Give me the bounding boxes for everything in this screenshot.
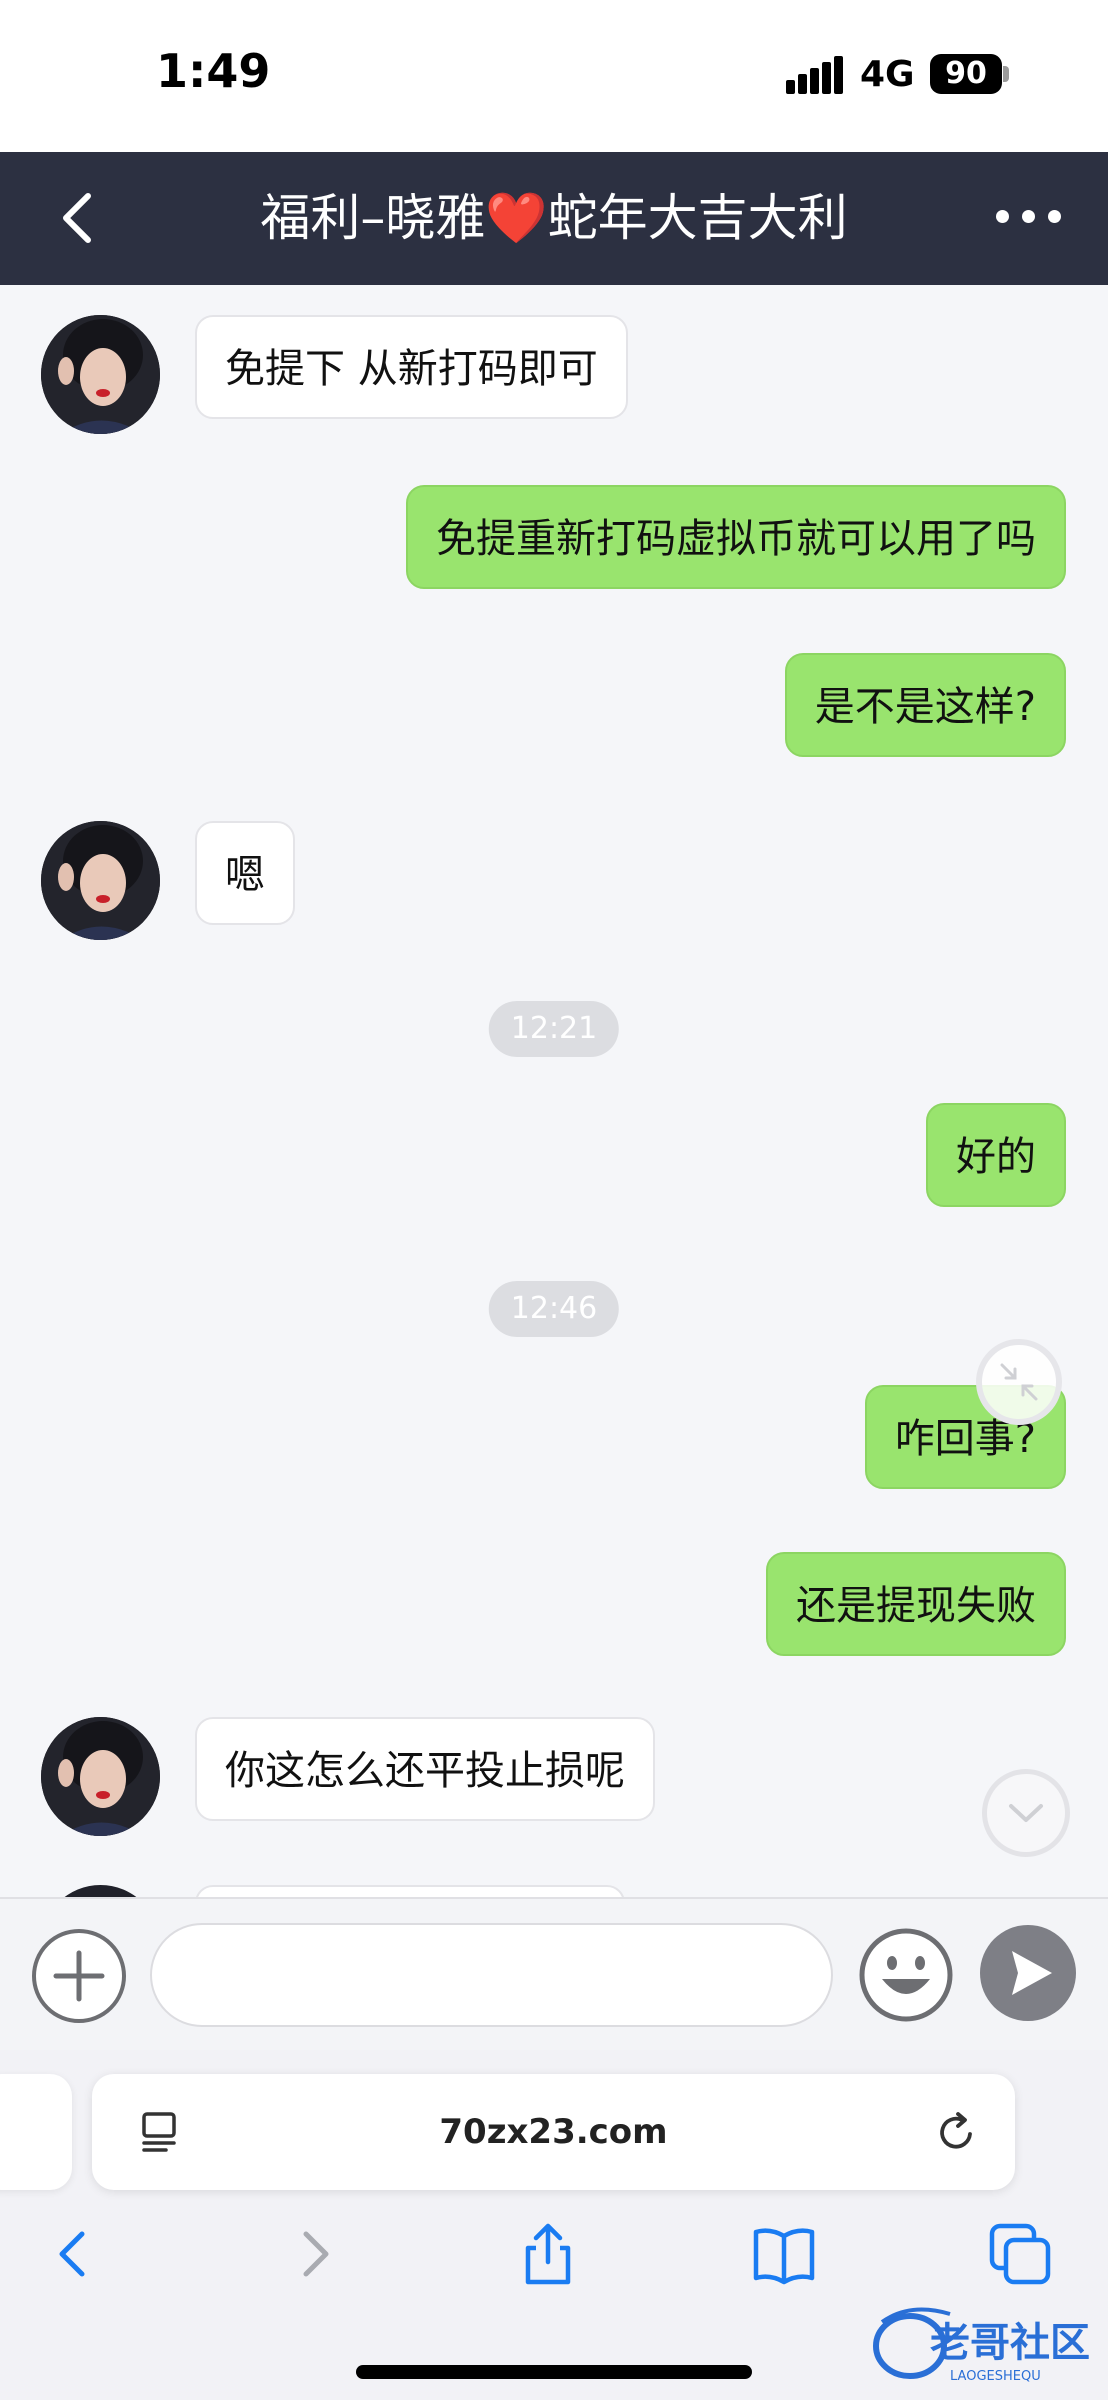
message-bubble-outgoing[interactable]: 免提重新打码虚拟币就可以用了吗: [406, 485, 1066, 589]
url-text: 70zx23.com: [439, 2112, 668, 2152]
back-arrow-icon[interactable]: [40, 2220, 108, 2288]
emoji-icon[interactable]: [856, 1925, 956, 2025]
message-bubble-incoming[interactable]: 嗯: [195, 821, 295, 925]
message-bubble-incoming[interactable]: 你这怎么还平投止损呢: [195, 1717, 655, 1821]
chat-title-suffix: 蛇年大吉大利: [547, 189, 848, 247]
timestamp: 12:46: [488, 1281, 620, 1337]
svg-text:老哥社区: 老哥社区: [930, 2320, 1090, 2366]
chevron-down-icon[interactable]: [982, 1769, 1070, 1857]
chat-title-name: 福利–晓雅: [260, 189, 486, 247]
watermark-logo: 老哥社区 LAOGESHEQU: [870, 2300, 1102, 2386]
message-bubble-outgoing[interactable]: 还是提现失败: [766, 1552, 1066, 1656]
avatar[interactable]: [41, 821, 160, 940]
avatar[interactable]: [41, 315, 160, 434]
status-bar: 1:49 4G 90: [0, 0, 1108, 152]
home-indicator[interactable]: [356, 2365, 752, 2379]
message-composer: [0, 1897, 1108, 2050]
message-bubble-incoming[interactable]: 免提下 从新打码即可: [195, 315, 628, 419]
plus-icon[interactable]: [32, 1929, 126, 2023]
message-bubble-outgoing[interactable]: 好的: [926, 1103, 1066, 1207]
address-bar[interactable]: 70zx23.com: [92, 2074, 1015, 2190]
message-bubble-outgoing[interactable]: 是不是这样?: [784, 653, 1066, 757]
share-icon[interactable]: [514, 2220, 582, 2288]
heart-emoji: ❤️: [485, 189, 548, 247]
network-type: 4G: [860, 54, 915, 95]
more-icon[interactable]: [994, 202, 1066, 232]
message-bubble-incoming-partial[interactable]: [195, 1885, 625, 1897]
chat-header: 福利–晓雅❤️蛇年大吉大利: [0, 152, 1108, 285]
chat-message-list[interactable]: 免提下 从新打码即可 免提重新打码虚拟币就可以用了吗 是不是这样? 嗯 12:2…: [0, 285, 1108, 1897]
message-input[interactable]: [150, 1923, 833, 2027]
signal-strength-icon: [786, 56, 844, 94]
battery-cap: [1003, 66, 1009, 82]
avatar[interactable]: [41, 1717, 160, 1836]
back-icon[interactable]: [52, 188, 112, 248]
reload-icon[interactable]: [932, 2108, 980, 2156]
forward-arrow-icon[interactable]: [280, 2220, 348, 2288]
status-time: 1:49: [156, 44, 271, 98]
avatar[interactable]: [41, 1885, 160, 1897]
battery-icon: 90: [930, 54, 1002, 94]
send-icon[interactable]: [980, 1925, 1076, 2021]
page-menu-icon[interactable]: [136, 2108, 184, 2156]
tabs-icon[interactable]: [986, 2220, 1054, 2288]
chat-title: 福利–晓雅❤️蛇年大吉大利: [140, 186, 968, 250]
previous-tab-preview[interactable]: [0, 2074, 72, 2190]
timestamp: 12:21: [488, 1001, 620, 1057]
svg-text:LAOGESHEQU: LAOGESHEQU: [950, 2369, 1041, 2384]
bookmarks-icon[interactable]: [750, 2220, 818, 2288]
shrink-icon[interactable]: [976, 1339, 1062, 1425]
